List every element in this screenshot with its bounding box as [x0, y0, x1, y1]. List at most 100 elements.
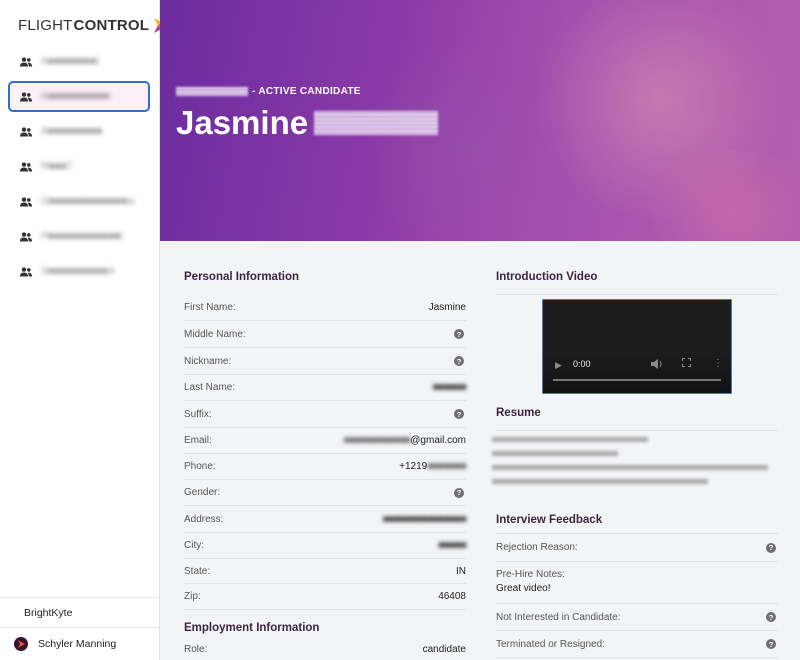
field-label: Not Interested in Candidate:	[496, 611, 621, 623]
field-value: ■■■■■	[438, 540, 466, 551]
resume-line	[492, 465, 768, 470]
volume-icon[interactable]	[651, 359, 663, 369]
field-value: Great video!	[496, 583, 551, 594]
section-title: Personal Information	[184, 271, 300, 283]
field-email: Email: ■■■■■■■■■■■■@gmail.com	[184, 428, 466, 454]
section-title: Employment Information	[184, 622, 320, 634]
people-icon	[20, 91, 32, 101]
field-label: Suffix:	[184, 408, 212, 420]
candidate-status: - ACTIVE CANDIDATE	[252, 86, 361, 97]
field-label: Pre-Hire Notes:	[496, 569, 565, 580]
user-name: Schyler Manning	[38, 638, 117, 650]
field-address: Address: ■■■■■■■■■■■■■■■	[184, 506, 467, 533]
people-icon	[20, 56, 32, 66]
more-options-icon[interactable]: ⋮	[713, 358, 723, 369]
people-icon	[20, 196, 32, 206]
personal-information-section: Personal Information First Name: Jasmine…	[184, 271, 467, 658]
candidate-status-line: - ACTIVE CANDIDATE	[176, 86, 361, 97]
sidebar-item-label: A■■■■■■■■■■t	[41, 91, 111, 102]
candidate-first-name: Jasmine	[176, 104, 309, 141]
logo-text-flight: FLIGHT	[18, 16, 73, 34]
sidebar-item-2[interactable]: A■■■■■■■■■■t	[8, 81, 150, 112]
field-value: ■■■■■■	[432, 382, 467, 393]
video-controls	[543, 351, 731, 393]
field-city: City: ■■■■■	[184, 533, 466, 559]
people-icon	[20, 231, 32, 241]
play-icon[interactable]: ▶	[555, 360, 562, 371]
sidebar-item-label: A■■■■■■■■t	[41, 56, 99, 67]
field-value: IN	[456, 565, 466, 577]
sidebar-item-3[interactable]: A■■■■■■■■■	[8, 116, 150, 147]
people-icon	[20, 126, 32, 136]
field-label: Rejection Reason:	[496, 542, 578, 553]
field-label: First Name:	[184, 302, 236, 313]
field-value: 46408	[438, 591, 466, 602]
sidebar-item-7[interactable]: S■■■■■■■■■■A	[8, 256, 150, 287]
section-title: Interview Feedback	[496, 514, 603, 526]
candidate-details: Personal Information First Name: Jasmine…	[160, 241, 800, 660]
introduction-video-player[interactable]: ▶ 0:00 ⋮	[542, 299, 732, 394]
logo[interactable]: FLIGHT CONTROL	[18, 14, 168, 36]
field-value: ■■■■■■■■■■■■■■■	[382, 513, 467, 525]
help-icon[interactable]: ?	[766, 612, 776, 622]
logo-text-control: CONTROL	[73, 16, 150, 34]
section-title: Introduction Video	[496, 271, 598, 283]
field-first-name: First Name: Jasmine	[184, 295, 466, 321]
people-icon	[20, 161, 32, 171]
sidebar-item-label: S■■■■■■■■■■A	[41, 266, 115, 277]
video-progress-bar[interactable]	[553, 379, 721, 381]
help-icon[interactable]: ?	[454, 329, 464, 339]
help-icon[interactable]: ?	[454, 356, 464, 366]
sidebar-item-label: O■■■■■■■■■■■■■w	[41, 196, 135, 207]
company-name[interactable]: BrightKyte	[0, 597, 159, 627]
field-zip: Zip: 46408	[184, 584, 466, 610]
help-icon[interactable]: ?	[454, 409, 464, 419]
field-label: Address:	[184, 513, 224, 525]
help-icon[interactable]: ?	[766, 639, 776, 649]
sidebar-footer: BrightKyte Schyler Manning	[0, 597, 159, 660]
field-last-name: Last Name: ■■■■■■	[184, 375, 467, 401]
field-nickname: Nickname: ?	[184, 348, 466, 375]
field-state: State: IN	[184, 559, 466, 584]
sidebar-item-1[interactable]: A■■■■■■■■t	[8, 46, 150, 77]
resume-section: Resume	[496, 407, 778, 431]
interview-feedback-section: Interview Feedback Rejection Reason: ? P…	[496, 514, 778, 658]
sidebar: FLIGHT CONTROL A■■■■■■■■t A■■■■■■■■■■t A…	[0, 0, 168, 660]
field-terminated-or-resigned: Terminated or Resigned: ?	[496, 631, 778, 658]
resume-preview[interactable]	[492, 437, 782, 493]
sidebar-item-6[interactable]: P■■■■■■■■■■■■t	[8, 221, 150, 252]
resume-line	[492, 451, 618, 456]
redacted-last-name	[314, 111, 439, 135]
field-role: Role: candidate	[184, 644, 466, 658]
field-label: Nickname:	[184, 355, 232, 367]
redacted-email-user: ■■■■■■■■■■■■	[343, 435, 411, 446]
user-menu[interactable]: Schyler Manning	[0, 627, 159, 660]
field-not-interested: Not Interested in Candidate: ?	[496, 604, 778, 631]
help-icon[interactable]: ?	[454, 487, 464, 498]
fullscreen-icon[interactable]	[682, 358, 691, 367]
video-time: 0:00	[573, 359, 591, 369]
sidebar-item-5[interactable]: O■■■■■■■■■■■■■w	[8, 186, 150, 217]
candidate-name: Jasmine	[176, 104, 439, 142]
field-label: Zip:	[184, 591, 201, 602]
field-gender: Gender: ?	[184, 480, 466, 506]
field-pre-hire-notes: Pre-Hire Notes: Great video!	[496, 562, 778, 604]
email-domain: @gmail.com	[410, 435, 466, 446]
field-value: +1219■■■■■■■	[399, 461, 466, 472]
field-value: candidate	[422, 644, 466, 655]
section-title: Resume	[496, 407, 541, 419]
field-middle-name: Middle Name: ?	[184, 321, 466, 348]
arrow-icon	[17, 640, 25, 648]
field-label: Last Name:	[184, 382, 236, 393]
field-label: Middle Name:	[184, 328, 246, 340]
resume-line	[492, 437, 648, 442]
field-value: Jasmine	[428, 302, 466, 313]
sidebar-item-label: R■■■T	[41, 161, 73, 172]
people-icon	[20, 266, 32, 276]
sidebar-item-4[interactable]: R■■■T	[8, 151, 150, 182]
sidebar-item-label: A■■■■■■■■■	[41, 126, 103, 137]
field-label: City:	[184, 540, 204, 551]
sidebar-nav: A■■■■■■■■t A■■■■■■■■■■t A■■■■■■■■■ R■■■T…	[8, 46, 150, 291]
resume-line	[492, 479, 708, 484]
help-icon[interactable]: ?	[766, 542, 776, 553]
